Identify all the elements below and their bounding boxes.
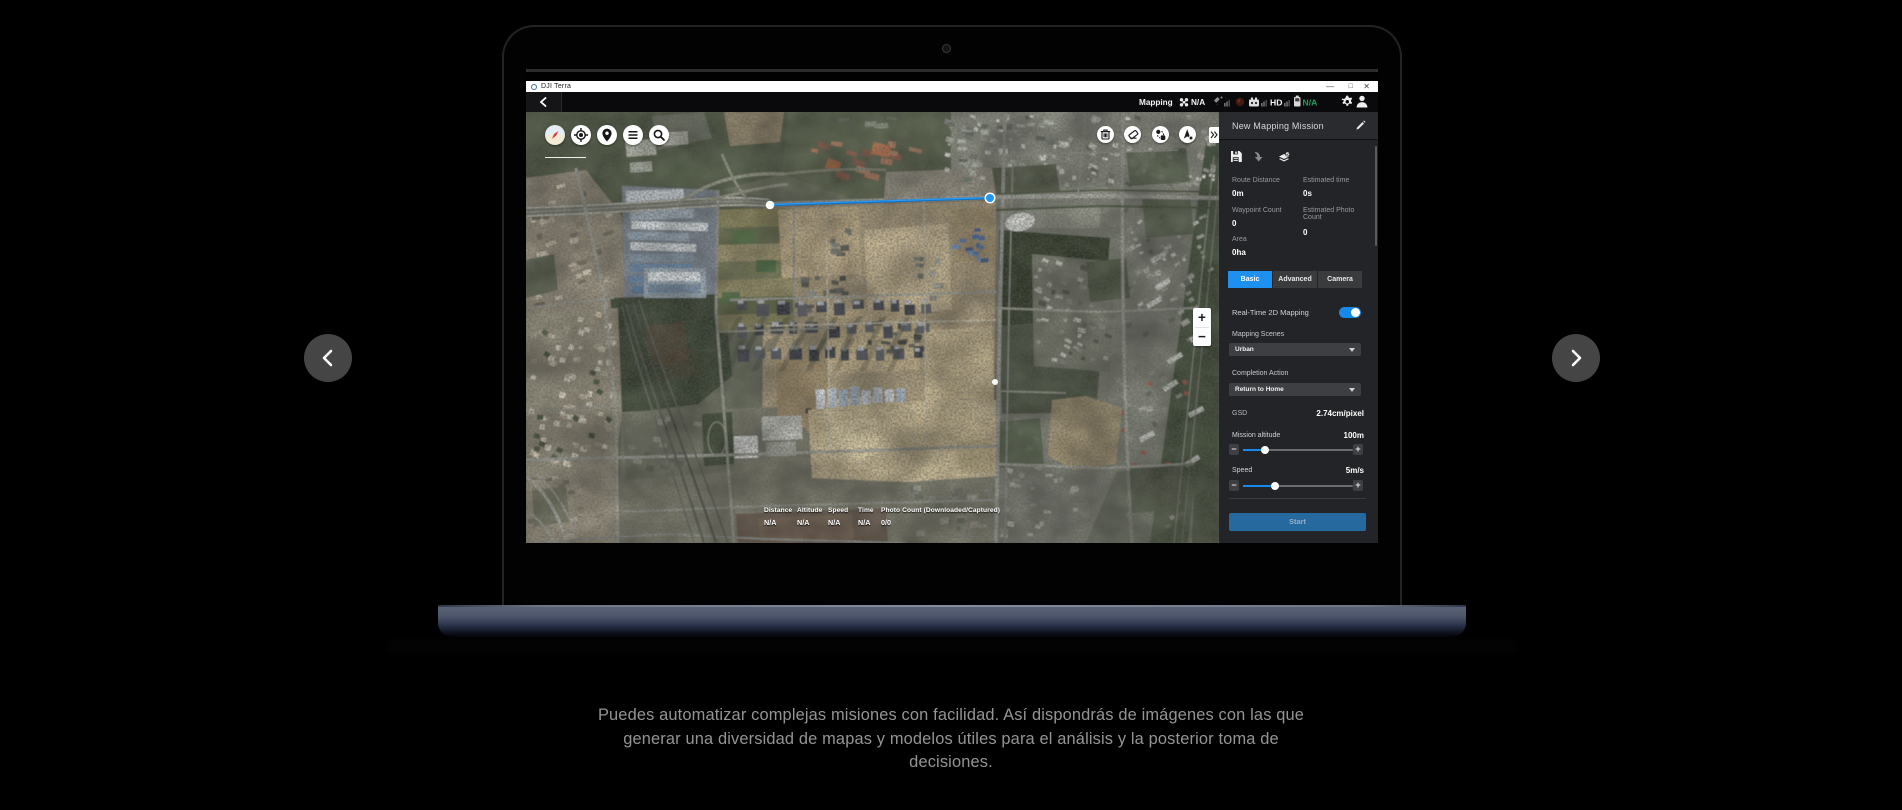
svg-text:Mapping: Mapping xyxy=(1139,98,1173,107)
svg-text:N/A: N/A xyxy=(1303,97,1318,107)
svg-text:N/A: N/A xyxy=(1191,98,1205,107)
svg-text:HD: HD xyxy=(1270,97,1282,107)
